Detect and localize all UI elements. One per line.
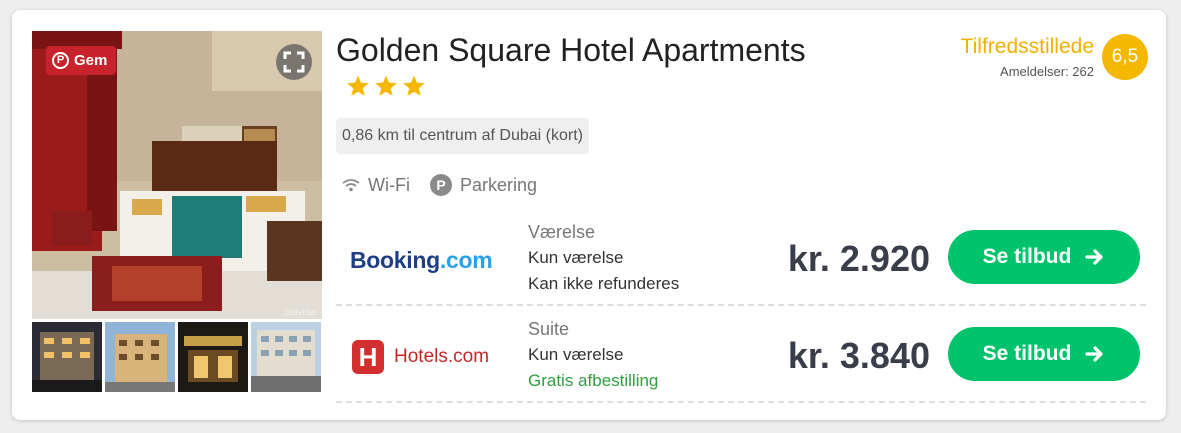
star-icon bbox=[375, 75, 397, 96]
thumbnail-exterior-day[interactable] bbox=[105, 322, 175, 392]
arrow-right-icon bbox=[1085, 346, 1103, 362]
cancellation-policy: Kan ikke refunderes bbox=[528, 274, 680, 293]
hotels-logo: H Hotels.com bbox=[352, 340, 489, 374]
pinterest-icon: P bbox=[52, 52, 69, 69]
star-icon bbox=[347, 75, 369, 96]
room-details: Suite Kun værelse Gratis afbestilling bbox=[528, 316, 658, 394]
photo-thumbnails bbox=[32, 322, 322, 392]
offer-price: kr. 3.840 bbox=[787, 335, 930, 376]
star-rating bbox=[346, 74, 426, 98]
thumbnail-street-view[interactable] bbox=[251, 322, 321, 392]
hotel-card: provider P Gem Golden Square Hotel Apart… bbox=[12, 10, 1166, 420]
expand-photo-button[interactable] bbox=[276, 44, 312, 80]
review-count: Ameldelser: 262 bbox=[1000, 64, 1094, 79]
rating-label: Tilfredsstillede bbox=[960, 35, 1094, 58]
photo-watermark: provider bbox=[285, 307, 318, 317]
hotels-mark-icon: H bbox=[352, 340, 384, 374]
booking-logo-main: Booking bbox=[350, 246, 440, 273]
hotels-logo-text: Hotels.com bbox=[394, 346, 490, 367]
star-icon bbox=[403, 75, 425, 96]
provider-logo-hotels[interactable]: H Hotels.com bbox=[350, 340, 489, 374]
hotel-name[interactable]: Golden Square Hotel Apartments bbox=[336, 32, 806, 69]
thumbnail-exterior-night[interactable] bbox=[32, 322, 102, 392]
room-type: Værelse bbox=[528, 222, 596, 242]
see-deal-button[interactable]: Se tilbud bbox=[948, 230, 1140, 284]
parking-icon: P bbox=[429, 174, 452, 196]
see-deal-label: Se tilbud bbox=[982, 245, 1072, 268]
amenity-label: Wi-Fi bbox=[368, 174, 410, 195]
cancellation-policy: Gratis afbestilling bbox=[528, 371, 659, 390]
room-board: Kun værelse bbox=[528, 345, 624, 364]
provider-logo-booking[interactable]: Booking.com bbox=[350, 246, 493, 274]
room-details: Værelse Kun værelse Kan ikke refunderes bbox=[528, 219, 679, 297]
pinterest-save-button[interactable]: P Gem bbox=[46, 46, 117, 75]
offer-price: kr. 2.920 bbox=[787, 238, 930, 279]
offer-row: H Hotels.com Suite Kun værelse Gratis af… bbox=[336, 307, 1146, 403]
rating-score-badge: 6,5 bbox=[1102, 34, 1148, 80]
distance-to-center-link[interactable]: 0,86 km til centrum af Dubai (kort) bbox=[336, 118, 589, 154]
hotel-main-photo[interactable]: provider P Gem bbox=[32, 31, 322, 319]
wifi-icon bbox=[342, 179, 360, 192]
save-label: Gem bbox=[74, 52, 108, 69]
booking-logo-suffix: .com bbox=[439, 246, 493, 273]
see-deal-label: Se tilbud bbox=[982, 342, 1072, 365]
amenities-list: Wi-Fi P Parkering bbox=[342, 174, 557, 196]
see-deal-button[interactable]: Se tilbud bbox=[948, 327, 1140, 381]
amenity-wifi: Wi-Fi bbox=[342, 175, 410, 196]
offer-row: Booking.com Værelse Kun værelse Kan ikke… bbox=[336, 210, 1146, 306]
thumbnail-entrance-night[interactable] bbox=[178, 322, 248, 392]
arrow-right-icon bbox=[1085, 249, 1103, 265]
amenity-parking: P Parkering bbox=[429, 174, 538, 196]
expand-icon bbox=[283, 51, 305, 73]
amenity-label: Parkering bbox=[459, 174, 538, 195]
room-board: Kun værelse bbox=[528, 248, 624, 267]
booking-logo: Booking.com bbox=[350, 246, 493, 274]
room-type: Suite bbox=[528, 319, 570, 339]
